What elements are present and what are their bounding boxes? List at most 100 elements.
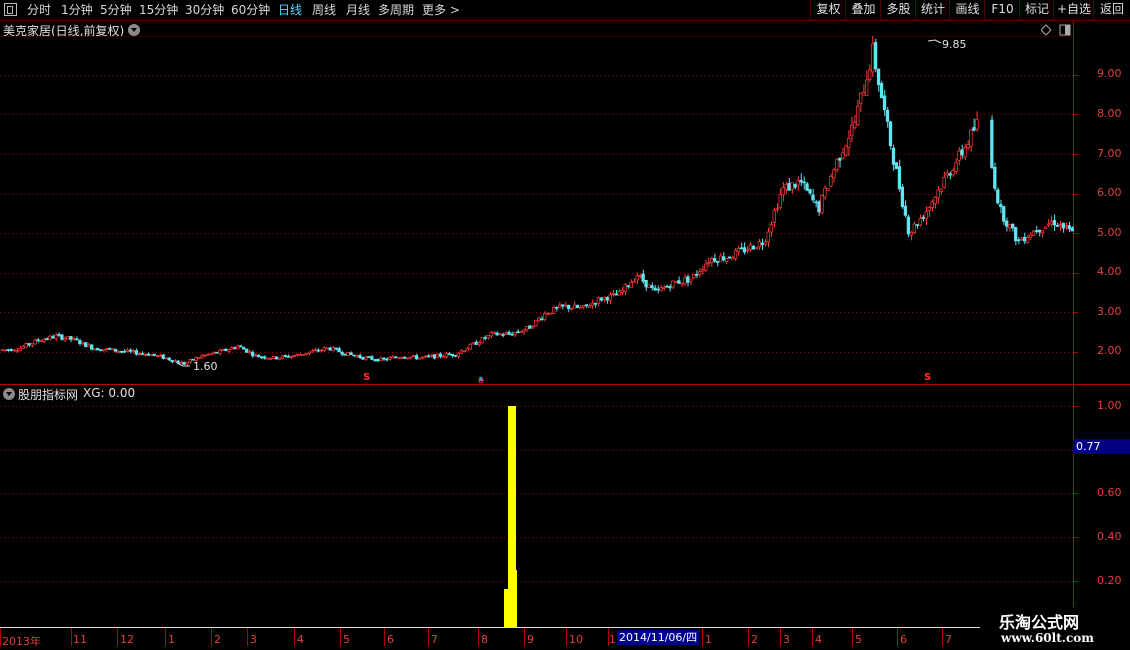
candle-body	[772, 210, 776, 223]
candle-body	[662, 286, 666, 290]
x-axis-label: 11	[73, 633, 87, 646]
candle-body	[712, 258, 717, 262]
candle-body	[340, 351, 344, 355]
candle-body	[125, 349, 130, 352]
candle-body	[584, 304, 589, 307]
candle-body	[558, 304, 562, 309]
candle-body	[119, 350, 124, 353]
candle-body	[200, 355, 204, 358]
candle-body	[936, 189, 940, 199]
candle-body	[54, 334, 58, 339]
sell-signal-mark: S	[924, 372, 932, 383]
x-axis-label: 6	[900, 633, 907, 646]
candle-body	[107, 347, 112, 350]
candle-body	[483, 337, 487, 340]
candle-body	[438, 353, 443, 357]
candle-body	[30, 343, 34, 346]
candle-body	[754, 247, 759, 250]
candle-body	[367, 356, 371, 358]
candle-body	[730, 257, 735, 260]
candle-body	[295, 353, 300, 356]
candle-body	[337, 348, 341, 353]
candle-body	[286, 355, 291, 358]
candle-body	[578, 306, 583, 309]
candle-body	[203, 354, 207, 357]
candle-body	[495, 332, 499, 336]
candle-body	[224, 348, 228, 352]
candle-body	[999, 204, 1003, 208]
candle-body	[796, 180, 800, 186]
candle-body	[1040, 230, 1045, 234]
candle-body	[715, 261, 720, 263]
candle-body	[644, 279, 648, 288]
candle-body	[560, 304, 565, 307]
candle-body	[489, 332, 493, 337]
candle-body	[721, 256, 726, 261]
candle-body	[346, 352, 350, 356]
candle-body	[468, 343, 472, 350]
candle-body	[60, 334, 64, 340]
candle-body	[784, 183, 788, 190]
candle-body	[665, 285, 669, 288]
candle-body	[113, 348, 118, 352]
candle-body	[906, 216, 911, 235]
candle-body	[292, 355, 297, 358]
indicator-tick: 0.40	[1097, 530, 1122, 543]
candle-body	[751, 245, 756, 250]
candle-body	[358, 355, 362, 358]
candle-body	[101, 349, 106, 351]
candle-body	[403, 357, 407, 359]
candle-body	[417, 357, 422, 360]
candle-body	[546, 313, 550, 315]
candle-body	[912, 223, 916, 234]
candle-body	[963, 147, 967, 158]
x-axis-label: 3	[783, 633, 790, 646]
candle-body	[552, 306, 556, 314]
candle-body	[596, 297, 601, 304]
candle-body	[197, 357, 201, 360]
candle-body	[212, 352, 216, 354]
candle-body	[748, 244, 753, 250]
candle-body	[513, 332, 517, 336]
candle-body	[164, 357, 168, 360]
candle-body	[859, 92, 863, 104]
candle-body	[432, 354, 437, 359]
indicator-tick: 0.20	[1097, 574, 1122, 587]
candle-body	[426, 355, 431, 358]
stock-chart[interactable]: B	[0, 0, 1130, 650]
candle-body	[870, 43, 875, 73]
candle-body	[459, 350, 463, 354]
candle-body	[501, 334, 505, 336]
candle-body	[322, 347, 326, 351]
candle-body	[1011, 223, 1015, 229]
candle-body	[805, 183, 809, 191]
candle-body	[718, 255, 723, 263]
candle-body	[862, 92, 866, 96]
candle-body	[853, 122, 857, 129]
candle-body	[990, 119, 994, 168]
x-axis-label: 4	[815, 633, 822, 646]
candle-body	[373, 359, 377, 361]
candle-body	[954, 162, 958, 172]
candle-body	[617, 291, 621, 296]
candle-body	[876, 68, 881, 86]
candle-body	[209, 353, 213, 356]
candle-body	[641, 273, 645, 282]
candle-body	[414, 355, 419, 360]
candle-body	[710, 258, 714, 264]
candle-body	[149, 354, 153, 357]
candle-body	[81, 341, 85, 344]
candle-body	[45, 338, 49, 340]
candle-body	[477, 342, 481, 346]
candle-body	[930, 201, 934, 208]
x-axis-label: 3	[250, 633, 257, 646]
candle-body	[769, 224, 773, 233]
candle-body	[361, 356, 365, 360]
candle-body	[575, 304, 580, 308]
candle-body	[435, 353, 440, 358]
candle-body	[146, 353, 150, 356]
candle-body	[331, 347, 335, 352]
candle-body	[215, 351, 219, 354]
candle-body	[140, 353, 145, 355]
candle-body	[680, 282, 684, 285]
